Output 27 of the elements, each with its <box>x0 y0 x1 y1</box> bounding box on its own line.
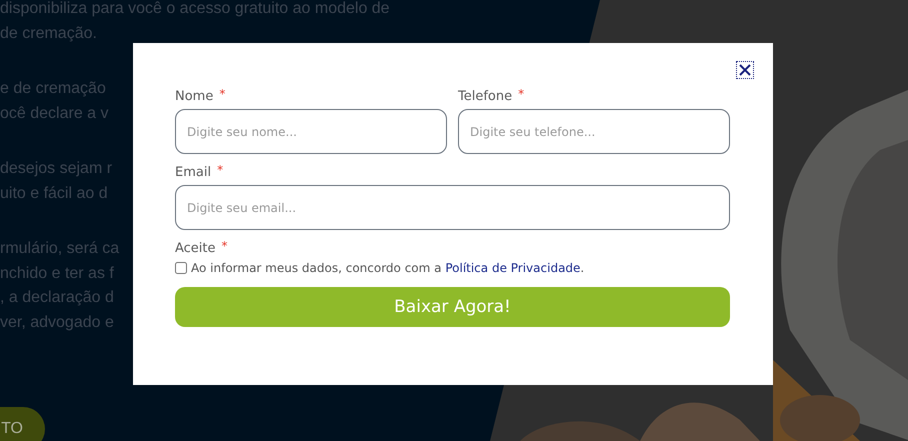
input-field[interactable]: Digite seu nome... <box>175 109 447 154</box>
paragraph-line: ocê declare a v <box>0 104 109 124</box>
field-label: Telefone <box>458 89 512 105</box>
required-mark: * <box>222 241 228 251</box>
paragraph-line: uito e fácil ao d <box>0 184 108 204</box>
paragraph-line: nchido e ter as f <box>0 264 114 284</box>
paragraph-line: desejos sejam r <box>0 159 112 179</box>
field-label: Aceite <box>175 241 216 257</box>
paragraph-line: de cremação. <box>0 24 97 44</box>
paragraph-line: rmulário, será ca <box>0 239 120 259</box>
close-button[interactable] <box>736 61 754 79</box>
field-label: Email <box>175 165 212 181</box>
download-button[interactable]: Baixar Agora! <box>175 287 730 327</box>
paragraph-line: e de cremação <box>0 79 106 99</box>
consent-text: Ao informar meus dados, concordo com a Política de Privacidade. <box>191 261 584 275</box>
required-mark: * <box>219 89 226 99</box>
cta-button[interactable]: TO <box>0 407 45 441</box>
paragraph-line: disponibiliza para você o acesso gratuito ao modelo de <box>0 0 390 19</box>
privacy-link[interactable]: Política de Privacidade <box>445 261 580 275</box>
field-label: Nome <box>175 89 214 105</box>
input-field[interactable]: Digite seu telefone... <box>458 109 730 154</box>
required-mark: * <box>518 89 524 99</box>
input-field[interactable]: Digite seu email... <box>175 185 730 230</box>
required-mark: * <box>217 165 224 175</box>
paragraph-line: , a declaração d <box>0 288 114 308</box>
paragraph-line: ver, advogado e <box>0 312 114 332</box>
consent-checkbox[interactable] <box>175 262 187 274</box>
